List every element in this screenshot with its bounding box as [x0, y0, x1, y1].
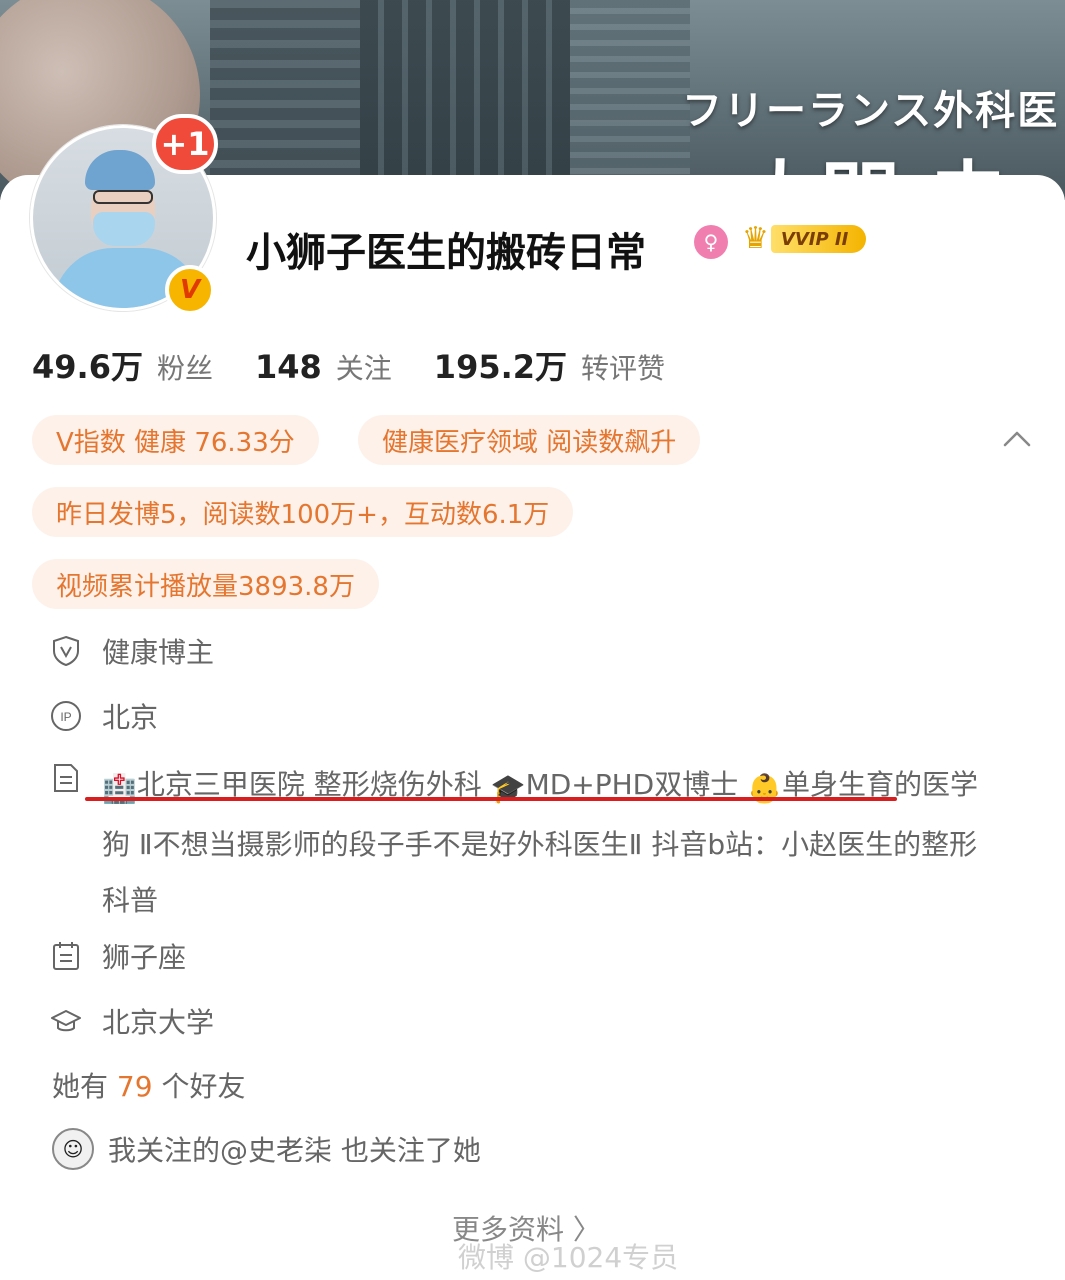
banner-building	[210, 0, 360, 200]
mutual-avatar[interactable]: ☺	[52, 1128, 94, 1170]
avatar-cap	[85, 150, 155, 190]
profile-stats: 49.6万 粉丝 148 关注 195.2万 转评赞	[32, 342, 707, 388]
mutual-follow[interactable]: ☺ 我关注的@史老柒 也关注了她	[52, 1128, 481, 1170]
profile-name: 小狮子医生的搬砖日常	[246, 230, 646, 276]
red-underline-annotation	[85, 797, 897, 801]
svg-text:IP: IP	[60, 710, 71, 724]
domain-chip[interactable]: 健康医疗领域 阅读数飙升	[358, 415, 701, 465]
profile-bio: 🏥北京三甲医院 整形烧伤外科 🎓MD+PHD双博士 👶单身生育的医学狗 Ⅱ不想当…	[102, 757, 1002, 929]
stat-label: 粉丝	[156, 352, 213, 385]
hospital-icon: 🏥	[102, 772, 137, 805]
document-icon	[54, 764, 78, 792]
calendar-icon	[50, 940, 82, 972]
category-text: 健康博主	[102, 636, 215, 669]
friends-prefix: 她有	[52, 1070, 117, 1103]
stat-number: 148	[254, 348, 322, 386]
v-index-chip[interactable]: V指数 健康 76.33分	[32, 415, 319, 465]
graduation-icon	[50, 1005, 82, 1037]
watermark: 微博 @1024专员	[458, 1241, 679, 1274]
vip-badge[interactable]: ♛ VVIP II	[742, 221, 867, 256]
friends-count[interactable]: 她有 79 个好友	[52, 1065, 245, 1105]
crown-icon: ♛	[742, 221, 769, 256]
ip-location-icon: IP	[50, 700, 82, 732]
stat-number: 195.2万	[433, 348, 568, 386]
verified-icon: V	[165, 265, 215, 315]
banner-caption: フリーランス外科医	[682, 87, 1060, 134]
yesterday-stats-chip[interactable]: 昨日发博5，阅读数100万+，互动数6.1万	[32, 487, 574, 537]
info-zodiac: 狮子座	[50, 936, 186, 976]
mutual-text: 我关注的@史老柒 也关注了她	[108, 1134, 481, 1167]
school-text: 北京大学	[102, 1006, 215, 1039]
stat-following[interactable]: 148 关注	[255, 347, 392, 387]
female-icon: ♀	[694, 225, 728, 259]
friends-suffix: 个好友	[152, 1070, 246, 1103]
ip-text: 北京	[102, 701, 159, 734]
vip-label: VVIP II	[770, 225, 867, 253]
stat-label: 转评赞	[581, 352, 666, 385]
avatar-glasses	[93, 190, 153, 204]
new-post-badge[interactable]: +1	[152, 114, 218, 174]
graduation-cap-icon: 🎓	[490, 772, 526, 805]
info-school: 北京大学	[50, 1001, 214, 1041]
shield-v-icon	[50, 635, 82, 667]
stat-followers[interactable]: 49.6万 粉丝	[32, 342, 213, 388]
info-category: 健康博主	[50, 631, 214, 671]
stat-interactions[interactable]: 195.2万 转评赞	[434, 342, 665, 388]
friends-number: 79	[116, 1070, 153, 1103]
info-ip: IP 北京	[50, 696, 158, 736]
stat-number: 49.6万	[32, 348, 143, 386]
banner-building	[360, 0, 570, 200]
video-stats-chip[interactable]: 视频累计播放量3893.8万	[32, 559, 379, 609]
chevron-up-icon[interactable]	[1002, 425, 1032, 455]
banner-building	[570, 0, 690, 200]
profile-card	[0, 175, 1065, 1280]
stat-label: 关注	[335, 352, 392, 385]
baby-icon: 👶	[747, 772, 783, 805]
avatar-mask	[93, 212, 155, 246]
zodiac-text: 狮子座	[102, 941, 187, 974]
